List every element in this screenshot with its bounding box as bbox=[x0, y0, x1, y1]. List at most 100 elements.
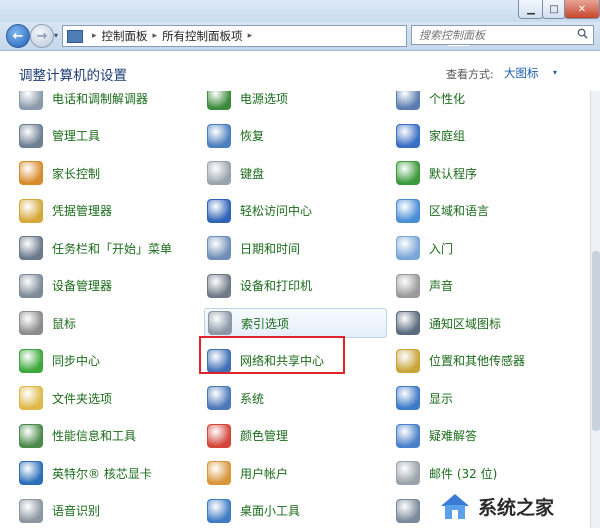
vertical-scrollbar[interactable] bbox=[590, 91, 600, 528]
panel-item-location-sensor[interactable]: 位置和其他传感器 bbox=[396, 346, 525, 376]
taskbar-icon bbox=[19, 236, 43, 260]
panel-item-label: 默认程序 bbox=[429, 166, 478, 181]
panel-item-system[interactable]: 系统 bbox=[207, 383, 264, 413]
panel-item-label: 显示 bbox=[429, 391, 454, 406]
panel-item-label: 性能信息和工具 bbox=[52, 429, 137, 443]
panel-item-label: 设备管理器 bbox=[52, 279, 113, 293]
panel-item-label: 通知区域图标 bbox=[429, 316, 502, 331]
ease-access-icon bbox=[207, 198, 231, 223]
panel-item-label: 索引选项 bbox=[241, 316, 290, 331]
panel-item-sound[interactable]: 声音 bbox=[396, 271, 453, 301]
minimize-button[interactable]: ▁ bbox=[518, 0, 544, 19]
default-programs-icon bbox=[396, 161, 420, 185]
panel-item-label: 凭据管理器 bbox=[52, 204, 113, 218]
region-language-icon bbox=[396, 198, 420, 223]
panel-item-indexing[interactable]: 索引选项 bbox=[204, 308, 387, 338]
panel-item-label: 同步中心 bbox=[52, 354, 101, 368]
panel-item-label: 管理工具 bbox=[52, 129, 101, 143]
chevron-down-icon[interactable]: ▾ bbox=[553, 68, 557, 77]
back-button[interactable]: ← bbox=[6, 24, 30, 48]
breadcrumb-separator-icon[interactable]: ▸ bbox=[153, 31, 158, 41]
panel-item-mouse[interactable]: 鼠标 bbox=[19, 308, 76, 338]
panel-item-label: 用户帐户 bbox=[240, 466, 289, 481]
panel-item-printer[interactable]: 设备和打印机 bbox=[207, 271, 312, 301]
panel-item-troubleshooting[interactable]: 疑难解答 bbox=[396, 421, 477, 451]
printer-icon bbox=[207, 273, 231, 298]
maximize-button[interactable]: □ bbox=[542, 0, 566, 19]
panel-item-label: 位置和其他传感器 bbox=[429, 354, 526, 368]
scrollbar-thumb[interactable] bbox=[592, 251, 600, 431]
panel-item-keyboard[interactable]: 键盘 bbox=[207, 158, 264, 188]
search-icon[interactable] bbox=[577, 28, 588, 39]
panel-item-label: 声音 bbox=[429, 279, 454, 293]
watermark-text: 系统之家 bbox=[478, 496, 555, 519]
view-by-dropdown[interactable]: 大图标 bbox=[504, 65, 539, 81]
search-input[interactable] bbox=[412, 26, 569, 44]
control-panel-items: 电话和调制解调器 电源选项 个性化管理工具 恢复 家庭组家长控制 键盘 默认程序凭据管理器 轻… bbox=[0, 91, 590, 528]
panel-item-folder-options[interactable]: 文件夹选项 bbox=[19, 383, 112, 413]
power-icon bbox=[207, 91, 231, 110]
admin-tools-icon bbox=[19, 123, 43, 148]
panel-item-credential[interactable]: 凭据管理器 bbox=[19, 196, 112, 226]
getting-started-icon bbox=[396, 236, 420, 260]
breadcrumb-all-items[interactable]: 所有控制面板项 bbox=[162, 28, 243, 44]
personalize-icon bbox=[396, 91, 420, 110]
panel-item-device-manager[interactable]: 设备管理器 bbox=[19, 271, 112, 301]
panel-item-getting-started[interactable]: 入门 bbox=[396, 233, 453, 263]
panel-item-homegroup[interactable]: 家庭组 bbox=[396, 121, 465, 151]
breadcrumb-control-panel[interactable]: 控制面板 bbox=[102, 28, 148, 44]
panel-item-mail[interactable]: 邮件 (32 位) bbox=[396, 458, 497, 488]
search-box[interactable] bbox=[411, 25, 594, 45]
panel-item-label: 桌面小工具 bbox=[240, 504, 301, 518]
credential-icon bbox=[19, 198, 43, 223]
address-bar[interactable]: ▸ 控制面板 ▸ 所有控制面板项 ▸ ↻ bbox=[62, 25, 469, 47]
panel-item-label: 日期和时间 bbox=[240, 241, 301, 256]
breadcrumb-separator-icon[interactable]: ▸ bbox=[248, 31, 253, 41]
homegroup-icon bbox=[396, 123, 420, 148]
close-button[interactable]: ✕ bbox=[564, 0, 600, 19]
panel-item-performance[interactable]: 性能信息和工具 bbox=[19, 421, 136, 451]
system-icon bbox=[207, 386, 231, 410]
forward-button[interactable]: → bbox=[30, 24, 54, 48]
panel-item-color-management[interactable]: 颜色管理 bbox=[207, 421, 288, 451]
panel-item-sync[interactable]: 同步中心 bbox=[19, 346, 100, 376]
panel-item-power[interactable]: 电源选项 bbox=[207, 91, 288, 113]
navigation-bar: ← → ▾ ▸ 控制面板 ▸ 所有控制面板项 ▸ ↻ bbox=[0, 22, 600, 51]
panel-item-recovery[interactable]: 恢复 bbox=[207, 121, 264, 151]
back-arrow-icon: ← bbox=[12, 28, 24, 44]
content-header: 调整计算机的设置 查看方式: 大图标 ▾ bbox=[0, 51, 600, 91]
panel-item-admin-tools[interactable]: 管理工具 bbox=[19, 121, 100, 151]
recent-pages-dropdown[interactable]: ▾ bbox=[54, 31, 58, 40]
performance-icon bbox=[19, 423, 43, 448]
panel-item-default-programs[interactable]: 默认程序 bbox=[396, 158, 477, 188]
panel-item-notification[interactable]: 通知区域图标 bbox=[396, 308, 501, 338]
panel-item-region-language[interactable]: 区域和语言 bbox=[396, 196, 489, 226]
panel-item-date-time[interactable]: 日期和时间 bbox=[207, 233, 300, 263]
panel-item-taskbar[interactable]: 任务栏和「开始」菜单 bbox=[19, 233, 172, 263]
breadcrumb-separator-icon[interactable]: ▸ bbox=[92, 31, 97, 41]
panel-item-personalize[interactable]: 个性化 bbox=[396, 91, 465, 113]
control-panel-icon bbox=[67, 29, 83, 43]
indexing-icon bbox=[208, 311, 232, 335]
panel-item-intel-graphics[interactable]: 英特尔® 核芯显卡 bbox=[19, 458, 152, 488]
panel-item-speech-recognition[interactable]: 语音识别 bbox=[19, 496, 100, 526]
panel-item-gadgets[interactable]: 桌面小工具 bbox=[207, 496, 300, 526]
panel-item-parental-control[interactable]: 家长控制 bbox=[19, 158, 100, 188]
panel-item-label: 颜色管理 bbox=[240, 429, 289, 443]
panel-item-phone-modem[interactable]: 电话和调制解调器 bbox=[19, 91, 148, 113]
panel-item-partial[interactable] bbox=[396, 496, 429, 526]
keyboard-icon bbox=[207, 161, 231, 185]
highlight-annotation bbox=[199, 336, 345, 374]
panel-item-display[interactable]: 显示 bbox=[396, 383, 453, 413]
panel-item-label: 家长控制 bbox=[52, 166, 101, 181]
panel-item-label: 恢复 bbox=[240, 129, 265, 143]
view-by-label: 查看方式: bbox=[446, 68, 494, 81]
panel-item-label: 鼠标 bbox=[52, 316, 77, 331]
panel-item-ease-access[interactable]: 轻松访问中心 bbox=[207, 196, 312, 226]
recovery-icon bbox=[207, 123, 231, 148]
panel-item-label: 疑难解答 bbox=[429, 429, 478, 443]
date-time-icon bbox=[207, 236, 231, 260]
phone-modem-icon bbox=[19, 91, 43, 110]
panel-item-label: 键盘 bbox=[240, 166, 265, 181]
panel-item-user-accounts[interactable]: 用户帐户 bbox=[207, 458, 288, 488]
